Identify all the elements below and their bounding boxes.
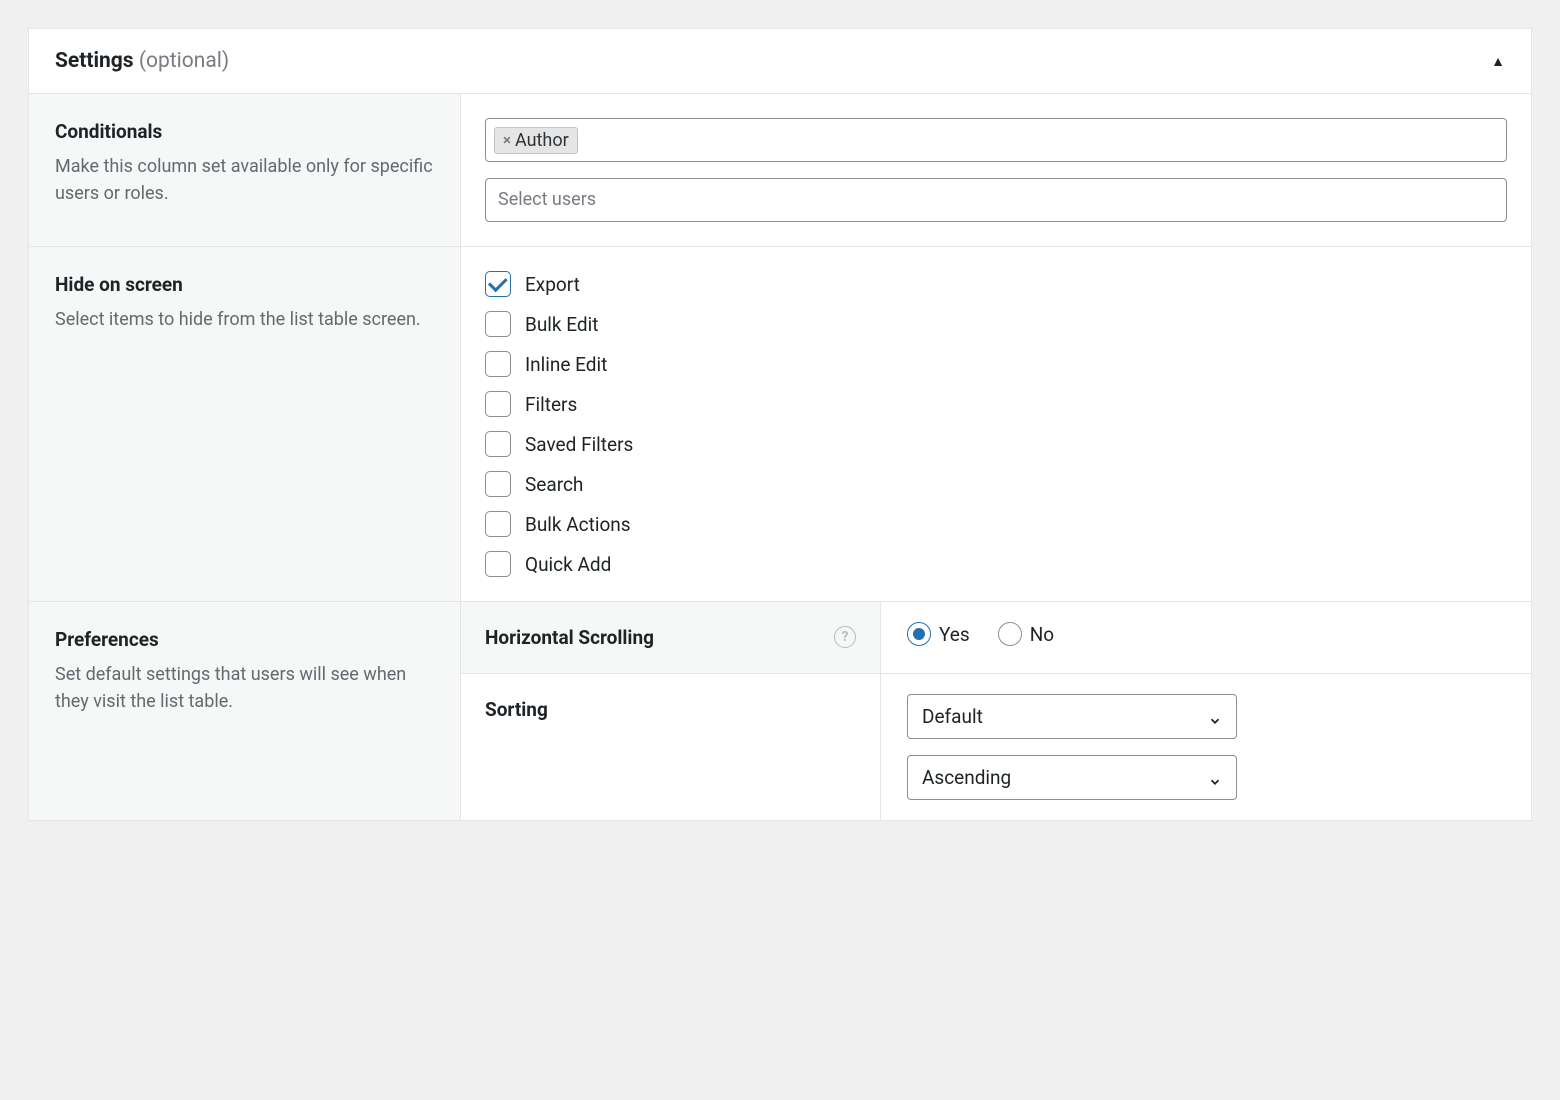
radio-yes[interactable]: Yes bbox=[907, 622, 970, 646]
section-hide-on-screen: Hide on screen Select items to hide from… bbox=[29, 247, 1531, 602]
checkbox-item[interactable]: Inline Edit bbox=[485, 351, 1507, 377]
collapse-icon[interactable]: ▲ bbox=[1491, 53, 1505, 70]
chevron-down-icon bbox=[1208, 771, 1222, 785]
sorting-column-select[interactable]: Default bbox=[907, 694, 1237, 739]
section-left: Preferences Set default settings that us… bbox=[29, 602, 461, 820]
checkbox-box[interactable] bbox=[485, 551, 511, 577]
roles-input[interactable]: × Author bbox=[485, 118, 1507, 162]
checkbox-label: Bulk Actions bbox=[525, 513, 631, 536]
chevron-down-icon bbox=[1208, 710, 1222, 724]
hscroll-radio-group: Yes No bbox=[907, 622, 1505, 646]
pref-control-cell: Default Ascending bbox=[881, 674, 1531, 820]
checkbox-box[interactable] bbox=[485, 511, 511, 537]
section-right: Export Bulk Edit Inline Edit Filters Saved F… bbox=[461, 247, 1531, 601]
checkbox-item[interactable]: Filters bbox=[485, 391, 1507, 417]
sorting-label: Sorting bbox=[485, 698, 548, 721]
pref-row-sorting: Sorting Default Ascending bbox=[461, 674, 1531, 820]
radio-circle-icon bbox=[998, 622, 1022, 646]
prefs-label: Preferences bbox=[55, 628, 434, 651]
panel-subtitle: (optional) bbox=[139, 49, 229, 73]
checkbox-label: Filters bbox=[525, 393, 577, 416]
checkbox-item[interactable]: Saved Filters bbox=[485, 431, 1507, 457]
remove-tag-icon[interactable]: × bbox=[503, 131, 511, 149]
checkbox-box[interactable] bbox=[485, 351, 511, 377]
prefs-right: Horizontal Scrolling ? Yes No bbox=[461, 602, 1531, 820]
pref-control-cell: Yes No bbox=[881, 602, 1531, 673]
checkbox-item[interactable]: Search bbox=[485, 471, 1507, 497]
section-preferences: Preferences Set default settings that us… bbox=[29, 602, 1531, 820]
checkbox-label: Quick Add bbox=[525, 553, 611, 576]
section-left: Hide on screen Select items to hide from… bbox=[29, 247, 461, 601]
checkbox-box[interactable] bbox=[485, 431, 511, 457]
checkbox-label: Saved Filters bbox=[525, 433, 633, 456]
checkbox-box[interactable] bbox=[485, 471, 511, 497]
hide-desc: Select items to hide from the list table… bbox=[55, 306, 434, 333]
settings-panel: Settings (optional) ▲ Conditionals Make … bbox=[28, 28, 1532, 821]
radio-yes-label: Yes bbox=[939, 623, 970, 646]
checkbox-label: Search bbox=[525, 473, 583, 496]
sorting-order-select[interactable]: Ascending bbox=[907, 755, 1237, 800]
checkbox-box[interactable] bbox=[485, 391, 511, 417]
checkbox-label: Export bbox=[525, 273, 580, 296]
role-tag: × Author bbox=[494, 127, 578, 154]
section-conditionals: Conditionals Make this column set availa… bbox=[29, 94, 1531, 247]
pref-label-cell: Sorting bbox=[461, 674, 881, 820]
panel-title: Settings (optional) bbox=[55, 49, 229, 73]
checkbox-box[interactable] bbox=[485, 271, 511, 297]
radio-no[interactable]: No bbox=[998, 622, 1054, 646]
conditionals-label: Conditionals bbox=[55, 120, 434, 143]
panel-title-text: Settings bbox=[55, 49, 134, 73]
checkbox-label: Bulk Edit bbox=[525, 313, 598, 336]
sorting-order-value: Ascending bbox=[922, 766, 1011, 789]
hide-label: Hide on screen bbox=[55, 273, 434, 296]
help-icon[interactable]: ? bbox=[834, 626, 856, 648]
hscroll-label: Horizontal Scrolling bbox=[485, 626, 654, 649]
hide-checkbox-list: Export Bulk Edit Inline Edit Filters Saved F… bbox=[485, 271, 1507, 577]
checkbox-item[interactable]: Bulk Edit bbox=[485, 311, 1507, 337]
checkbox-item[interactable]: Bulk Actions bbox=[485, 511, 1507, 537]
radio-no-label: No bbox=[1030, 623, 1054, 646]
pref-row-hscroll: Horizontal Scrolling ? Yes No bbox=[461, 602, 1531, 674]
conditionals-desc: Make this column set available only for … bbox=[55, 153, 434, 207]
pref-label-cell: Horizontal Scrolling ? bbox=[461, 602, 881, 673]
sorting-column-value: Default bbox=[922, 705, 983, 728]
checkbox-item[interactable]: Export bbox=[485, 271, 1507, 297]
section-left: Conditionals Make this column set availa… bbox=[29, 94, 461, 246]
users-input[interactable]: Select users bbox=[485, 178, 1507, 222]
radio-circle-icon bbox=[907, 622, 931, 646]
checkbox-box[interactable] bbox=[485, 311, 511, 337]
section-right: × Author Select users bbox=[461, 94, 1531, 246]
role-tag-label: Author bbox=[515, 130, 569, 151]
checkbox-item[interactable]: Quick Add bbox=[485, 551, 1507, 577]
checkbox-label: Inline Edit bbox=[525, 353, 607, 376]
panel-header[interactable]: Settings (optional) ▲ bbox=[29, 29, 1531, 94]
prefs-desc: Set default settings that users will see… bbox=[55, 661, 434, 715]
